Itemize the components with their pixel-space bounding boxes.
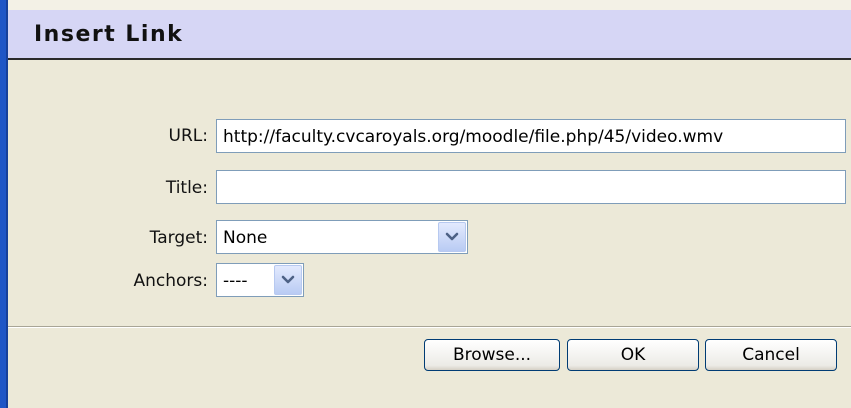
title-input[interactable] [216, 170, 846, 204]
anchors-select-value: ---- [223, 271, 248, 291]
window-top-strip [0, 0, 851, 10]
anchors-label: Anchors: [133, 271, 209, 291]
browse-button[interactable]: Browse... [424, 339, 560, 371]
footer-divider-highlight [8, 327, 851, 328]
anchors-select[interactable]: ---- [216, 263, 304, 297]
url-input-value: http://faculty.cvcaroyals.org/moodle/fil… [223, 127, 724, 147]
ok-button[interactable]: OK [567, 339, 699, 371]
dialog-header: Insert Link [8, 10, 851, 60]
cancel-button[interactable]: Cancel [705, 339, 837, 371]
dialog-title: Insert Link [34, 22, 184, 47]
target-select-value: None [223, 228, 268, 248]
anchors-dropdown-button[interactable] [274, 265, 302, 295]
url-label: URL: [168, 126, 208, 146]
target-label: Target: [149, 228, 208, 248]
title-label: Title: [165, 178, 208, 198]
chevron-down-icon [445, 232, 459, 241]
target-select[interactable]: None [216, 220, 468, 254]
window-left-border-shadow [6, 0, 8, 408]
url-input[interactable]: http://faculty.cvcaroyals.org/moodle/fil… [216, 119, 846, 153]
target-dropdown-button[interactable] [438, 222, 466, 252]
chevron-down-icon [281, 275, 295, 284]
